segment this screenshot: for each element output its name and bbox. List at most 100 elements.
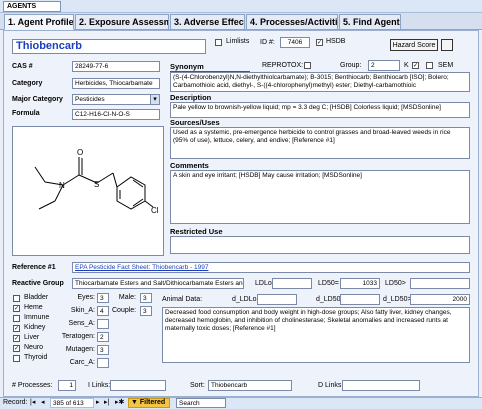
skin-field[interactable]: 4 xyxy=(97,306,109,316)
category-label: Category xyxy=(12,80,43,87)
window-title: AGENTS xyxy=(7,3,37,10)
couple-label: Couple: xyxy=(112,307,137,314)
reference-label: Reference #1 xyxy=(12,264,56,271)
cas-label: CAS # xyxy=(12,63,33,70)
mutagen-field[interactable]: 3 xyxy=(97,345,109,355)
d-ld50-label: d_LD50 xyxy=(316,296,341,303)
reprotox-checkbox[interactable] xyxy=(304,62,311,69)
heme-checkbox[interactable]: ✓ xyxy=(13,305,20,312)
major-category-select[interactable]: Pesticides xyxy=(72,94,160,105)
ld50-label: LD50= xyxy=(318,280,339,287)
kidney-checkbox[interactable]: ✓ xyxy=(13,325,20,332)
tab-agent-profile[interactable]: 1. Agent Profile xyxy=(4,14,74,30)
formula-field[interactable]: C12-H16-Cl-N-O-S xyxy=(72,109,160,120)
thyroid-checkbox[interactable] xyxy=(13,355,20,362)
limlist-checkbox[interactable] xyxy=(215,39,222,46)
hazard-score-button[interactable]: Hazard Score xyxy=(390,39,438,51)
liver-label: Liver xyxy=(24,334,40,341)
llinks-field[interactable] xyxy=(110,380,166,391)
description-field[interactable]: Pale yellow to brownish-yellow liquid; m… xyxy=(170,102,470,118)
sources-field[interactable]: Used as a systemic, pre-emergence herbic… xyxy=(170,127,470,159)
sens-field[interactable] xyxy=(97,319,109,329)
id-field[interactable]: 7406 xyxy=(280,37,310,48)
ld50gt-label: LD50> xyxy=(385,280,406,287)
category-field[interactable]: Herbicides, Thiocarbamate xyxy=(72,78,160,89)
dlinks-label: D Links: xyxy=(318,382,344,389)
dlinks-field[interactable] xyxy=(342,380,420,391)
atom-o-label: O xyxy=(77,148,83,157)
liver-checkbox[interactable]: ✓ xyxy=(13,335,20,342)
d-ld50-field[interactable] xyxy=(340,294,380,305)
processes-field[interactable]: 1 xyxy=(58,380,76,391)
atom-s-label: S xyxy=(94,180,99,189)
record-position-field[interactable]: 385 of 613 xyxy=(50,398,94,408)
atom-n-label: N xyxy=(59,181,65,190)
eyes-field[interactable]: 3 xyxy=(97,293,109,303)
first-record-icon[interactable]: |◂ xyxy=(30,398,35,408)
reactive-group-field[interactable]: Thiocarbamate Esters and Salt/Dithiocarb… xyxy=(72,278,244,289)
restricted-use-field[interactable] xyxy=(170,236,470,254)
ld50gt-field[interactable] xyxy=(410,278,470,289)
tab-adverse-effects[interactable]: 3. Adverse Effects xyxy=(170,14,245,30)
ldlo-field[interactable] xyxy=(272,278,312,289)
filter-icon: ▼ xyxy=(131,399,138,406)
sem-checkbox[interactable] xyxy=(426,62,433,69)
previous-record-icon[interactable]: ◂ xyxy=(41,398,45,408)
hsdb-checkbox[interactable]: ✓ xyxy=(316,39,323,46)
window-titlebar xyxy=(0,0,482,13)
filtered-button[interactable]: ▼ Filtered xyxy=(128,398,170,408)
formula-label: Formula xyxy=(12,110,40,117)
id-label: ID #: xyxy=(260,39,275,46)
sens-label: Sens_A: xyxy=(68,320,95,327)
synonym-label: Synonym xyxy=(170,62,250,72)
male-label: Male: xyxy=(118,294,136,301)
synonym-field[interactable]: (S-(4-Chlorobenzyl)N,N-diethylthiolcarba… xyxy=(170,72,470,92)
teratogen-field[interactable]: 2 xyxy=(97,332,109,342)
agent-name-field[interactable]: Thiobencarb xyxy=(12,39,206,54)
limlist-label: Limlists xyxy=(226,38,250,45)
chevron-down-icon[interactable]: ▾ xyxy=(150,95,159,104)
teratogen-label: Teratogen: xyxy=(61,333,95,340)
ld50-field[interactable]: 1033 xyxy=(340,278,380,289)
carc-field[interactable] xyxy=(97,358,109,368)
group-field[interactable]: 2 xyxy=(368,60,400,71)
animal-data-label: Animal Data: xyxy=(162,296,203,303)
skin-label: Skin_A: xyxy=(70,307,95,314)
bladder-label: Bladder xyxy=(24,294,49,301)
record-label: Record: xyxy=(3,399,28,406)
immune-label: Immune xyxy=(24,314,50,321)
processes-label: # Processes: xyxy=(12,382,53,389)
window-title-tab[interactable]: AGENTS xyxy=(3,1,61,12)
kidney-label: Kidney xyxy=(24,324,46,331)
neuro-label: Neuro xyxy=(24,344,44,351)
tab-processes-activities[interactable]: 4. Processes/Activities xyxy=(246,14,338,30)
d-ldlo-field[interactable] xyxy=(257,294,297,305)
heme-label: Heme xyxy=(24,304,43,311)
tab-exposure-assessment[interactable]: 2. Exposure Assessment xyxy=(75,14,169,30)
atom-cl-label: Cl xyxy=(151,206,159,215)
group-label: Group: xyxy=(340,62,362,69)
new-record-icon[interactable]: ▸✱ xyxy=(115,398,124,408)
d-ldlo-label: d_LDLo xyxy=(232,296,257,303)
male-field[interactable]: 3 xyxy=(140,293,152,303)
couple-field[interactable]: 3 xyxy=(140,306,152,316)
bladder-checkbox[interactable] xyxy=(13,295,20,302)
comments-field[interactable]: A skin and eye irritant; [HSDB] May caus… xyxy=(170,170,470,224)
hsdb-label: HSDB xyxy=(326,38,346,45)
d-ld50gt-field[interactable]: 2000 xyxy=(410,294,470,305)
reprotox-label: REPROTOX: xyxy=(262,62,304,69)
animal-data-field[interactable]: Decreased food consumption and body weig… xyxy=(162,307,470,363)
search-field[interactable]: Search xyxy=(176,398,226,408)
open-record-button[interactable] xyxy=(441,39,453,51)
tab-find-agents[interactable]: 5. Find Agents xyxy=(339,14,401,30)
neuro-checkbox[interactable]: ✓ xyxy=(13,345,20,352)
k-checkbox[interactable]: ✓ xyxy=(412,62,419,69)
cas-field[interactable]: 28249-77-6 xyxy=(72,61,160,72)
reference-field[interactable]: EPA Pesticide Fact Sheet: Thiobencarb - … xyxy=(72,262,470,273)
immune-checkbox[interactable] xyxy=(13,315,20,322)
sort-field[interactable]: Thiobencarb xyxy=(208,380,292,391)
next-record-icon[interactable]: ▸ xyxy=(96,398,100,408)
last-record-icon[interactable]: ▸| xyxy=(104,398,109,408)
sem-label: SEM xyxy=(438,62,454,69)
llinks-label: I Links: xyxy=(88,382,111,389)
